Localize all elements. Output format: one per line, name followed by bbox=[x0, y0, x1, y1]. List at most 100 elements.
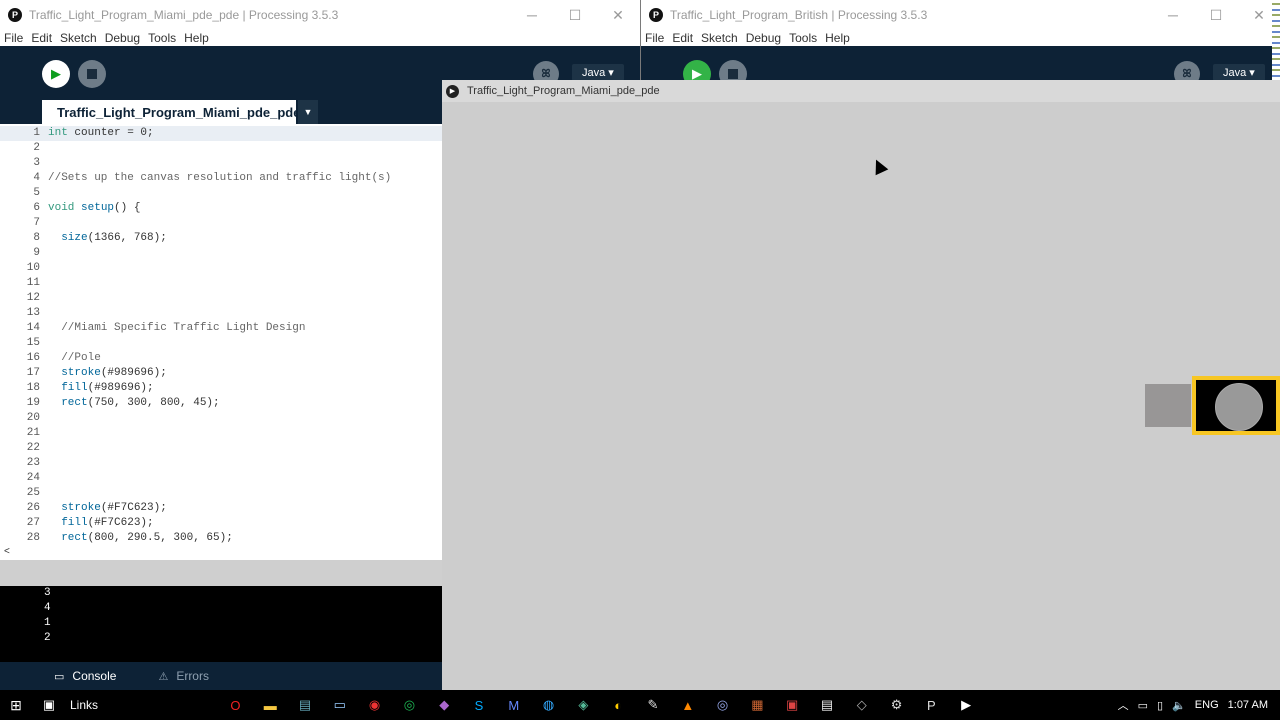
code-line[interactable]: 18 fill(#989696); bbox=[0, 381, 442, 396]
horizontal-scrollbar[interactable]: < bbox=[0, 546, 442, 560]
code-line[interactable]: 28 rect(800, 290.5, 300, 65); bbox=[0, 531, 442, 546]
code-line[interactable]: 12 bbox=[0, 291, 442, 306]
minimize-icon[interactable]: ─ bbox=[1151, 0, 1195, 30]
code-line[interactable]: 19 rect(750, 300, 800, 45); bbox=[0, 396, 442, 411]
code-text[interactable]: size(1366, 768); bbox=[48, 231, 167, 246]
code-text[interactable]: //Pole bbox=[48, 351, 101, 366]
app-doc-icon[interactable]: ▤ bbox=[810, 690, 845, 720]
menu-sketch[interactable]: Sketch bbox=[701, 31, 738, 45]
code-line[interactable]: 6 void setup() { bbox=[0, 201, 442, 216]
code-text[interactable]: int counter = 0; bbox=[48, 126, 154, 141]
code-line[interactable]: 21 bbox=[0, 426, 442, 441]
spotify-icon[interactable]: ◎ bbox=[392, 690, 427, 720]
code-text[interactable]: stroke(#F7C623); bbox=[48, 501, 167, 516]
minimize-icon[interactable]: ─ bbox=[510, 0, 554, 30]
code-line[interactable]: 24 bbox=[0, 471, 442, 486]
editor-console-splitter[interactable] bbox=[0, 560, 442, 586]
maximize-icon[interactable]: ☐ bbox=[553, 0, 597, 30]
code-text[interactable]: //Sets up the canvas resolution and traf… bbox=[48, 171, 391, 186]
code-line[interactable]: 26 stroke(#F7C623); bbox=[0, 501, 442, 516]
code-line[interactable]: 22 bbox=[0, 441, 442, 456]
tab-menu-arrow-icon[interactable]: ▼ bbox=[298, 100, 318, 124]
language-indicator[interactable]: ENG bbox=[1195, 699, 1219, 711]
mode-selector[interactable]: Java ▾ bbox=[1213, 64, 1265, 81]
video-icon[interactable]: ▶ bbox=[949, 690, 984, 720]
code-line[interactable]: 20 bbox=[0, 411, 442, 426]
code-line[interactable]: 16 //Pole bbox=[0, 351, 442, 366]
tab-console[interactable]: ▭ Console bbox=[54, 669, 116, 683]
battery-icon[interactable]: ▯ bbox=[1157, 699, 1163, 712]
notes-icon[interactable]: ▤ bbox=[288, 690, 323, 720]
tab-miami[interactable]: Traffic_Light_Program_Miami_pde_pde bbox=[42, 100, 300, 124]
show-hidden-icons-icon[interactable]: ︿ bbox=[1118, 697, 1129, 713]
code-line[interactable]: 11 bbox=[0, 276, 442, 291]
code-editor[interactable]: 1 int counter = 0; 2 3 4//Sets up the canvas… bbox=[0, 124, 442, 546]
menu-sketch[interactable]: Sketch bbox=[60, 31, 97, 45]
code-line[interactable]: 4 //Sets up the canvas resolution and tra… bbox=[0, 171, 442, 186]
app-red2-icon[interactable]: ▣ bbox=[775, 690, 810, 720]
code-text[interactable]: //Miami Specific Traffic Light Design bbox=[48, 321, 305, 336]
menu-help[interactable]: Help bbox=[825, 31, 850, 45]
code-text[interactable]: rect(750, 300, 800, 45); bbox=[48, 396, 219, 411]
menu-debug[interactable]: Debug bbox=[105, 31, 140, 45]
code-text[interactable]: void setup() { bbox=[48, 201, 140, 216]
pen-icon[interactable]: ✎ bbox=[636, 690, 671, 720]
code-line[interactable]: 23 bbox=[0, 456, 442, 471]
run-button[interactable]: ▶ bbox=[42, 60, 70, 88]
menu-help[interactable]: Help bbox=[184, 31, 209, 45]
maximize-icon[interactable]: ☐ bbox=[1194, 0, 1238, 30]
code-line[interactable]: 15 bbox=[0, 336, 442, 351]
code-line[interactable]: 25 bbox=[0, 486, 442, 501]
opera-icon[interactable]: O bbox=[218, 690, 253, 720]
scroll-left-arrow-icon[interactable]: < bbox=[4, 546, 10, 557]
code-line[interactable]: 17 stroke(#989696); bbox=[0, 366, 442, 381]
settings-icon[interactable]: ⚙ bbox=[879, 690, 914, 720]
links-toolbar[interactable]: Links bbox=[70, 698, 98, 712]
app-purple-icon[interactable]: ◆ bbox=[427, 690, 462, 720]
menu-edit[interactable]: Edit bbox=[672, 31, 693, 45]
menu-tools[interactable]: Tools bbox=[789, 31, 817, 45]
code-line[interactable]: 13 bbox=[0, 306, 442, 321]
app-settings2-icon[interactable]: ▦ bbox=[740, 690, 775, 720]
network-icon[interactable]: ▭ bbox=[1138, 699, 1148, 712]
code-text[interactable]: stroke(#989696); bbox=[48, 366, 167, 381]
code-line[interactable]: 3 bbox=[0, 156, 442, 171]
code-text[interactable]: fill(#F7C623); bbox=[48, 516, 153, 531]
code-line[interactable]: 1 int counter = 0; bbox=[0, 126, 442, 141]
menu-file[interactable]: File bbox=[4, 31, 23, 45]
menu-file[interactable]: File bbox=[645, 31, 664, 45]
app-fire-icon[interactable]: ▲ bbox=[670, 690, 705, 720]
code-text[interactable]: fill(#989696); bbox=[48, 381, 153, 396]
code-line[interactable]: 10 bbox=[0, 261, 442, 276]
window-icon[interactable]: ▭ bbox=[322, 690, 357, 720]
windows-start-icon[interactable]: ⊞ bbox=[0, 690, 32, 720]
app-red-icon[interactable]: ◉ bbox=[357, 690, 392, 720]
clock[interactable]: 1:07 AM bbox=[1228, 699, 1268, 711]
app-m-icon[interactable]: M bbox=[496, 690, 531, 720]
app-blue-icon[interactable]: ◎ bbox=[705, 690, 740, 720]
tab-errors[interactable]: ⚠ Errors bbox=[158, 669, 209, 683]
volume-icon[interactable]: 🔈 bbox=[1172, 699, 1186, 712]
code-line[interactable]: 9 bbox=[0, 246, 442, 261]
processing-icon[interactable]: P bbox=[914, 690, 949, 720]
skype-icon[interactable]: S bbox=[462, 690, 497, 720]
folder-icon[interactable]: ▬ bbox=[253, 690, 288, 720]
code-line[interactable]: 5 bbox=[0, 186, 442, 201]
code-line[interactable]: 7 bbox=[0, 216, 442, 231]
mode-selector[interactable]: Java ▾ bbox=[572, 64, 624, 81]
code-line[interactable]: 14 //Miami Specific Traffic Light Design bbox=[0, 321, 442, 336]
close-icon[interactable]: ✕ bbox=[596, 0, 640, 30]
task-view-icon[interactable]: ▣ bbox=[32, 697, 66, 713]
chrome-icon[interactable]: ◐ bbox=[601, 690, 636, 720]
code-line[interactable]: 2 bbox=[0, 141, 442, 156]
code-text[interactable]: rect(800, 290.5, 300, 65); bbox=[48, 531, 233, 546]
menu-edit[interactable]: Edit bbox=[31, 31, 52, 45]
app-vs-icon[interactable]: ◈ bbox=[566, 690, 601, 720]
sketch-titlebar[interactable]: ▶ Traffic_Light_Program_Miami_pde_pde bbox=[442, 80, 1280, 102]
code-line[interactable]: 8 size(1366, 768); bbox=[0, 231, 442, 246]
stop-button[interactable] bbox=[78, 60, 106, 88]
menu-debug[interactable]: Debug bbox=[746, 31, 781, 45]
sketch-output-window[interactable]: ▶ Traffic_Light_Program_Miami_pde_pde bbox=[442, 80, 1280, 690]
menu-tools[interactable]: Tools bbox=[148, 31, 176, 45]
app-bird-icon[interactable]: ◇ bbox=[844, 690, 879, 720]
